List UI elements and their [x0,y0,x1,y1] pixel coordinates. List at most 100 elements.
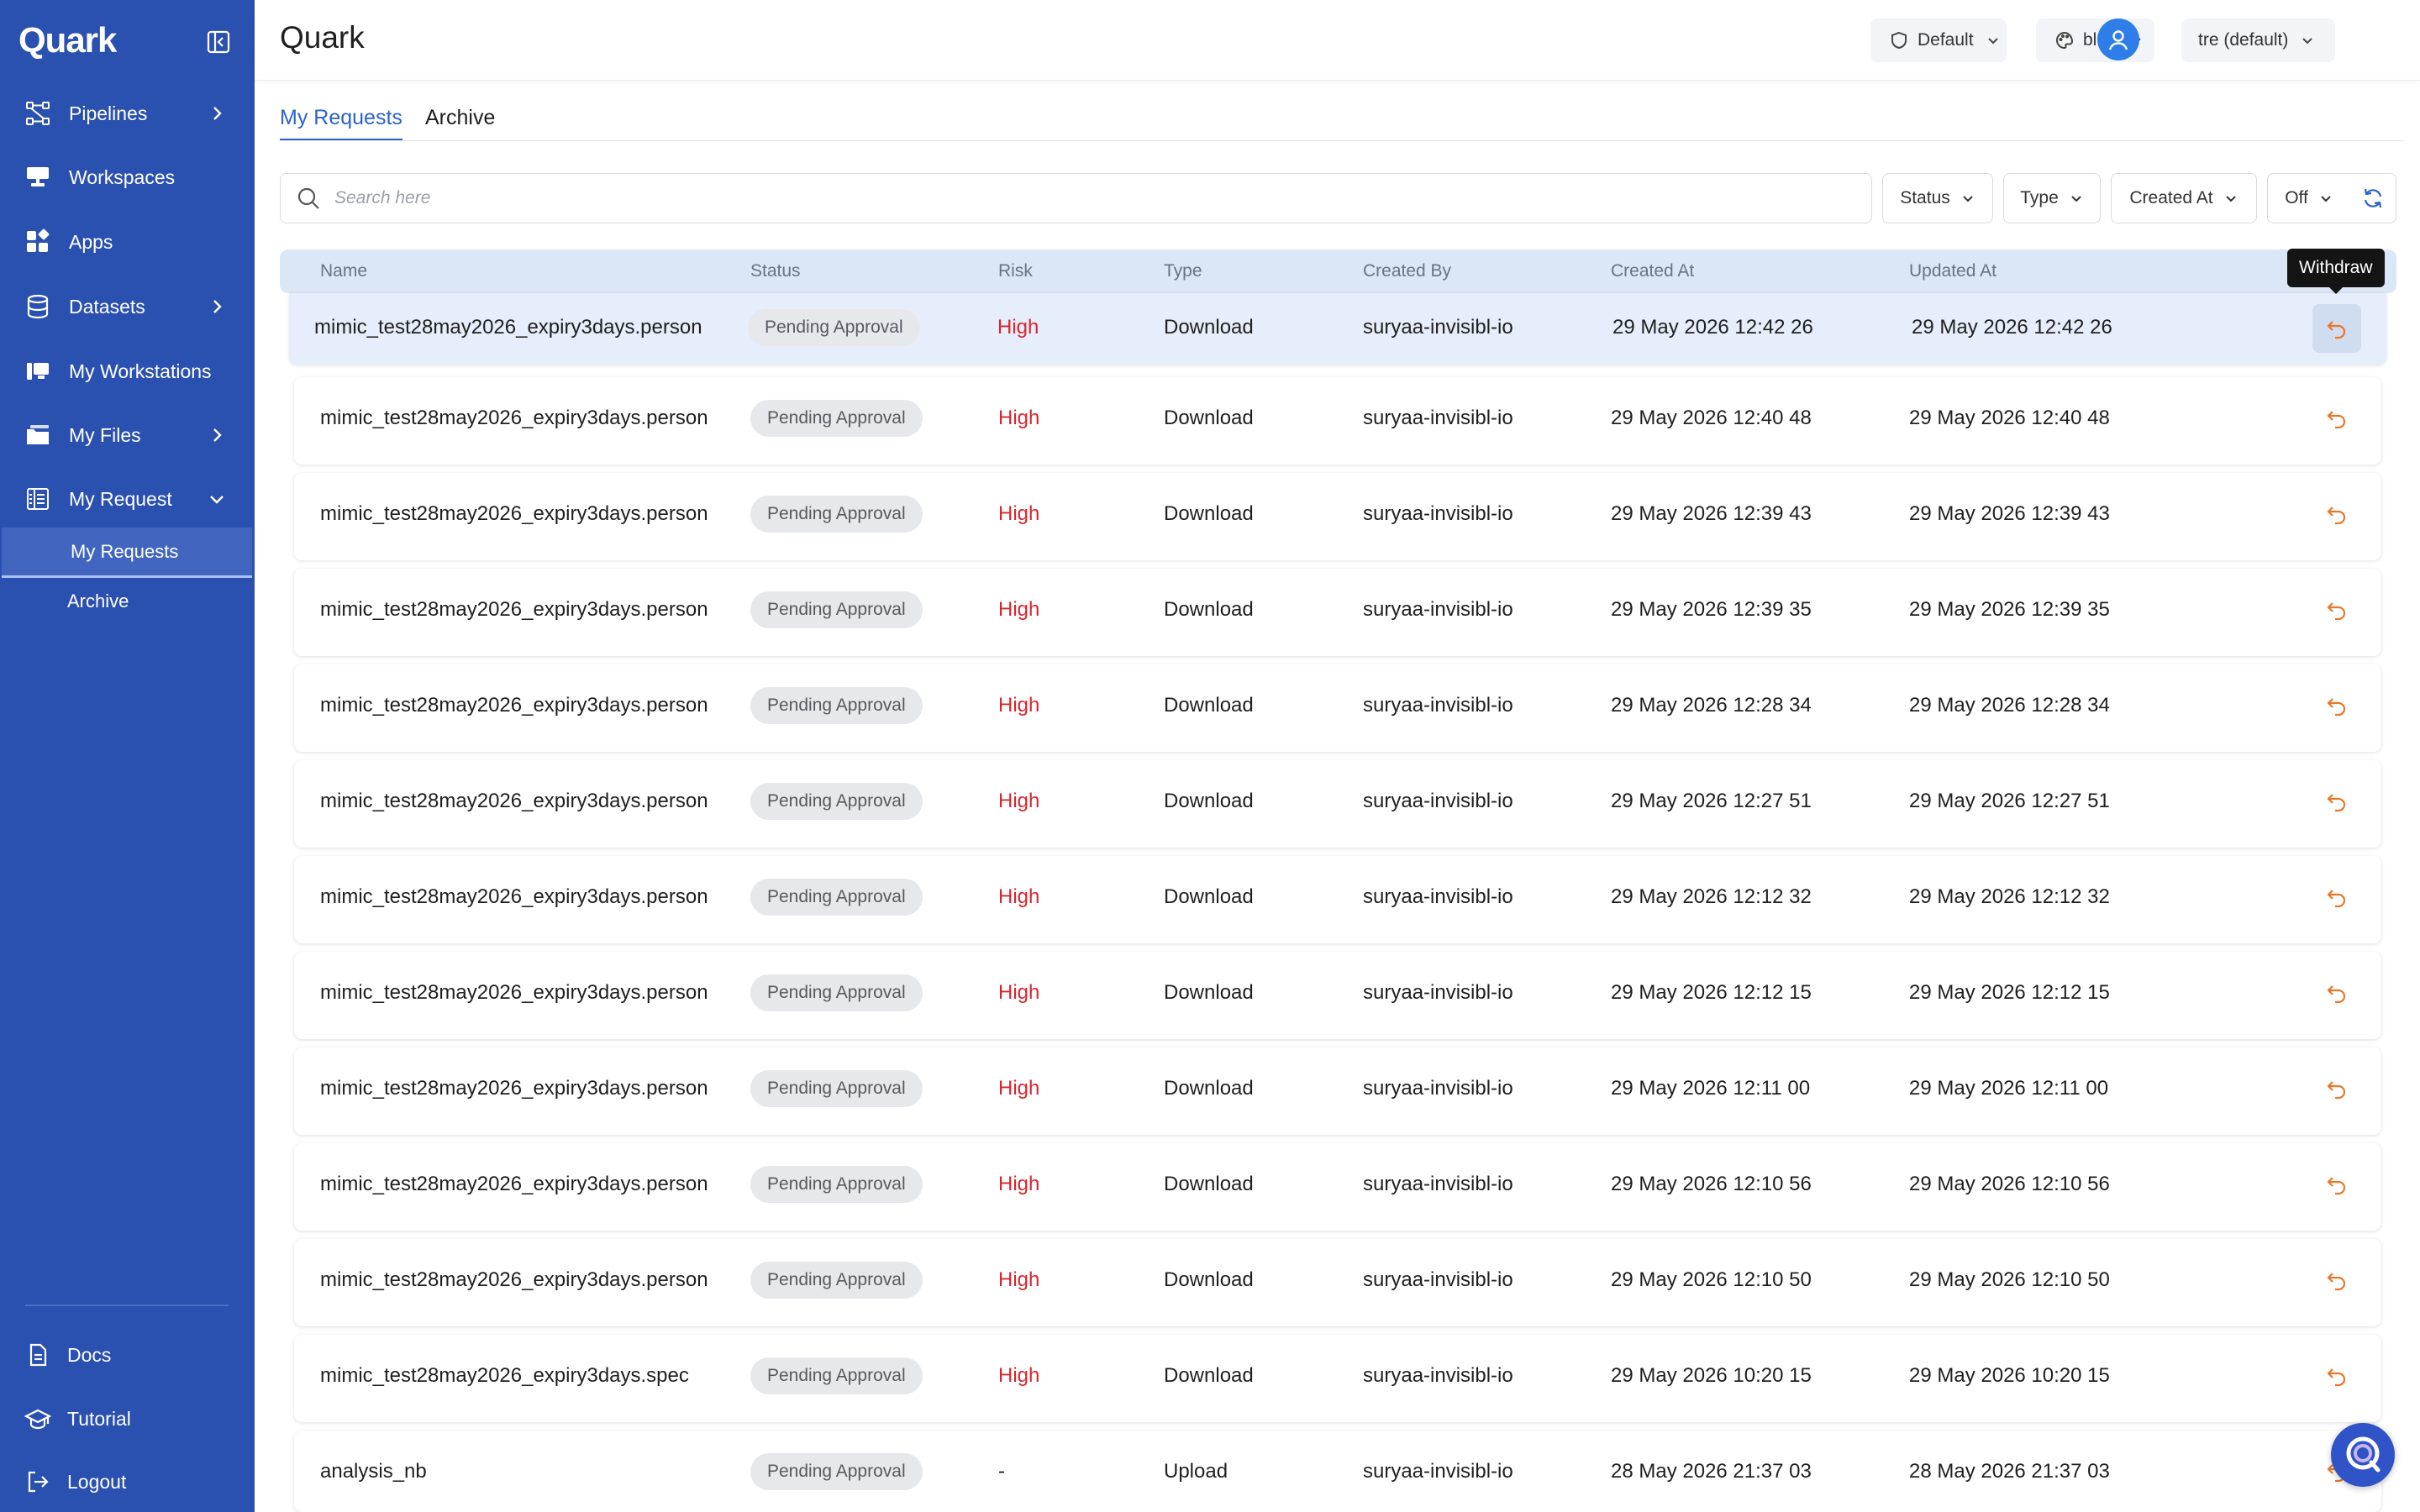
sidebar-item-pipelines[interactable]: Pipelines [0,88,255,139]
page-title: Quark [280,20,365,55]
created-by: suryaa-invisibl-io [1363,1173,1513,1195]
request-type: Download [1164,1268,1254,1291]
chevron-down-icon [207,489,227,509]
column-header-status[interactable]: Status [750,261,801,281]
workstation-icon [24,357,52,386]
status-badge: Pending Approval [748,309,920,346]
request-name: mimic_test28may2026_expiry3days.persona [320,502,708,525]
status-badge: Pending Approval [750,1453,923,1490]
withdraw-button[interactable] [2312,873,2361,921]
undo-icon [2327,411,2346,429]
tabs-divider [280,140,2404,141]
created-at: 29 May 2026 12:28 34 [1611,694,1812,717]
withdraw-button[interactable] [2312,585,2361,634]
sidebar-item-my-workstations[interactable]: My Workstations [0,346,255,396]
sidebar-item-workspaces[interactable]: Workspaces [0,152,255,202]
table-row[interactable]: mimic_test28may2026_expiry3days.persona P… [294,1239,2381,1326]
status-badge: Pending Approval [750,496,923,533]
chevron-down-icon [2300,33,2315,48]
status-filter[interactable]: Status [1882,173,1993,223]
withdraw-button[interactable] [2312,969,2361,1017]
sidebar-item-label: Datasets [69,295,145,318]
withdraw-button[interactable] [2312,1064,2361,1113]
type-filter[interactable]: Type [2003,173,2101,223]
column-header-type[interactable]: Type [1164,261,1202,281]
column-header-updated-at[interactable]: Updated At [1909,261,1996,281]
status-badge: Pending Approval [750,783,923,820]
created-by: suryaa-invisibl-io [1363,502,1513,525]
table-row[interactable]: mimic_test28may2026_expiry3days.persona P… [294,952,2381,1039]
table-row[interactable]: mimic_test28may2026_expiry3days.persona P… [294,664,2381,752]
request-name: mimic_test28may2026_expiry3days.persona [320,598,708,621]
table-row[interactable]: mimic_test28may2026_expiry3days.persona P… [294,377,2381,465]
sidebar-subitem-archive[interactable]: Archive [0,576,255,627]
table-row[interactable]: mimic_test28may2026_expiry3days.persona P… [294,1143,2381,1231]
user-icon [2108,30,2128,50]
table-row[interactable]: mimic_test28may2026_expiry3days.persona P… [294,856,2381,943]
created-at: 29 May 2026 12:42 26 [1612,316,1813,339]
refresh-button[interactable] [2350,173,2396,223]
sidebar-item-docs[interactable]: Docs [0,1330,255,1380]
table-row[interactable]: mimic_test28may2026_expiry3days.spec Pend… [294,1335,2381,1422]
search-icon [296,186,321,211]
withdraw-button[interactable] [2312,777,2361,826]
undo-icon [2327,602,2346,621]
auto-refresh-selector[interactable]: Off [2267,173,2351,223]
request-type: Download [1164,1364,1254,1387]
sidebar-subitem-my-requests[interactable]: My Requests [2,528,252,578]
withdraw-button[interactable] [2312,1256,2361,1305]
withdraw-button[interactable] [2312,681,2361,730]
withdraw-button[interactable] [2312,394,2361,443]
request-name: mimic_test28may2026_expiry3days.persona [320,1268,708,1291]
project-selector[interactable]: Default [1870,18,2007,62]
created-at: 29 May 2026 10:20 15 [1611,1364,1812,1387]
tab-my-requests[interactable]: My Requests [280,106,402,141]
refresh-icon [2364,188,2382,208]
request-name: mimic_test28may2026_expiry3days.persona [320,1173,708,1195]
request-type: Download [1164,981,1254,1004]
created-at: 28 May 2026 21:37 03 [1611,1460,1812,1483]
request-name: mimic_test28may2026_expiry3days.persona [320,1077,708,1100]
collapse-sidebar-icon[interactable] [207,30,230,54]
search-input[interactable] [334,188,1830,208]
sidebar-item-logout[interactable]: Logout [0,1457,255,1507]
sidebar-item-apps[interactable]: Apps [0,217,255,267]
updated-at: 29 May 2026 12:27 51 [1909,790,2110,812]
table-row[interactable]: mimic_test28may2026_expiry3days.persona … [289,293,2386,365]
table-row[interactable]: mimic_test28may2026_expiry3days.persona P… [294,760,2381,848]
updated-at: 29 May 2026 12:42 26 [1912,316,2112,339]
table-row[interactable]: mimic_test28may2026_expiry3days.persona P… [294,473,2381,560]
created-by: suryaa-invisibl-io [1363,1364,1513,1387]
sidebar-item-label: My Request [69,487,172,510]
table-row[interactable]: mimic_test28may2026_expiry3days.persona P… [294,569,2381,656]
column-header-created-at[interactable]: Created At [1611,261,1694,281]
sidebar-item-my-files[interactable]: My Files [0,410,255,460]
environment-selector[interactable]: tre (default) [2181,18,2335,62]
request-name: mimic_test28may2026_expiry3days.spec [320,1364,689,1387]
sidebar-item-tutorial[interactable]: Tutorial [0,1394,255,1444]
request-name: mimic_test28may2026_expiry3days.persona [320,407,708,429]
created-at-filter[interactable]: Created At [2111,173,2257,223]
withdraw-button[interactable] [2312,1352,2361,1400]
created-by: suryaa-invisibl-io [1363,316,1513,339]
created-at: 29 May 2026 12:40 48 [1611,407,1812,429]
column-header-name[interactable]: Name [320,261,367,281]
column-header-created-by[interactable]: Created By [1363,261,1451,281]
tab-archive[interactable]: Archive [425,106,495,141]
sidebar-item-label: Tutorial [67,1407,131,1430]
sidebar-item-datasets[interactable]: Datasets [0,281,255,332]
risk-level: High [998,694,1040,717]
risk-level: - [998,1460,1005,1483]
user-avatar[interactable] [2097,18,2139,60]
sidebar-item-label: Pipelines [69,102,148,124]
sidebar-item-my-request[interactable]: My Request [0,474,255,524]
table-row[interactable]: analysis_nb Pending Approval - Upload suryaa… [294,1431,2381,1512]
help-chat-button[interactable] [2331,1423,2395,1487]
withdraw-button[interactable] [2312,304,2361,353]
search-box [280,173,1872,223]
withdraw-button[interactable] [2312,490,2361,538]
table-row[interactable]: mimic_test28may2026_expiry3days.persona P… [294,1047,2381,1135]
withdraw-button[interactable] [2312,1160,2361,1209]
column-header-risk[interactable]: Risk [998,261,1033,281]
risk-level: High [998,1268,1040,1291]
